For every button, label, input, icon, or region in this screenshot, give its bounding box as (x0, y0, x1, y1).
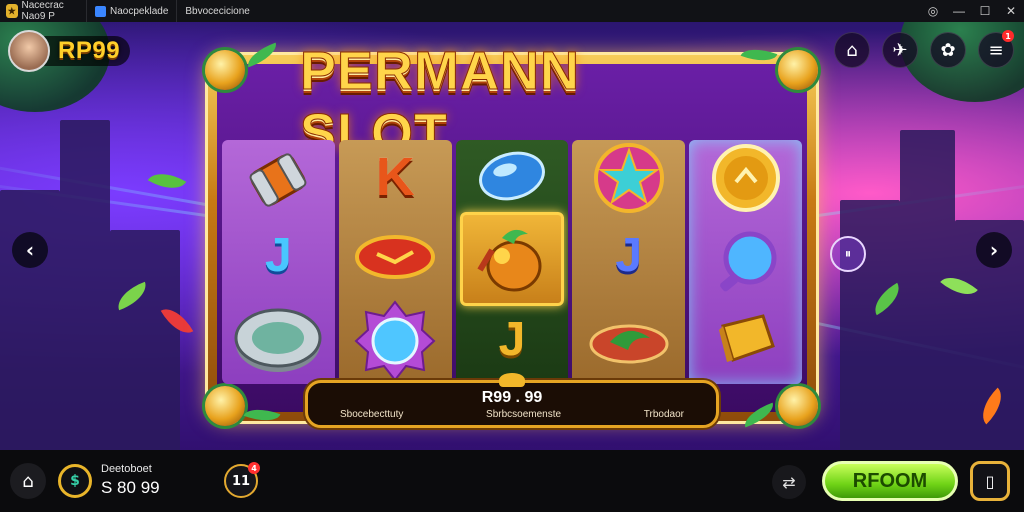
leaf-plaque-symbol (588, 316, 670, 366)
autoplay-button[interactable]: ⇄ (772, 465, 806, 499)
close-button[interactable]: ✕ (998, 4, 1024, 18)
options-icon: ▯ (985, 471, 995, 491)
balance-pill: RP99 (40, 36, 131, 66)
blue-gem-symbol (477, 150, 547, 202)
window-controls: ◎ — ☐ ✕ (920, 0, 1024, 22)
bird-icon: ✈ (892, 39, 908, 61)
home-button[interactable]: ⌂ (10, 463, 46, 499)
spin-label: RFOOM (852, 469, 928, 492)
minimize-button[interactable]: — (946, 4, 972, 18)
chevron-right-icon: › (989, 238, 999, 262)
bird-button[interactable]: ✈ (882, 32, 918, 68)
building (900, 130, 955, 450)
cylinder-symbol (241, 148, 315, 212)
record-icon[interactable]: ◎ (920, 4, 946, 18)
corner-ornament (205, 50, 245, 90)
k-symbol: K (375, 147, 415, 207)
coin-badge-symbol (232, 304, 324, 376)
reel-4: J (572, 140, 686, 384)
info-label-2: Sbrbcsoemenste (486, 409, 562, 420)
tab-2-label: Bbvocecicione (185, 5, 250, 17)
menu-button[interactable]: ≡ 1 (978, 30, 1014, 68)
avatar[interactable] (8, 30, 50, 72)
window-titlebar: ★ Nacecrac Nao9 P Naocpeklade Bbvocecici… (0, 0, 1024, 22)
star-gem-symbol (354, 300, 436, 382)
corner-ornament (778, 386, 818, 426)
tab-2[interactable]: Bbvocecicione (176, 0, 257, 22)
reel-2: K (338, 140, 452, 384)
bet-button[interactable]: 11 4 (224, 462, 260, 498)
browser-icon (95, 5, 106, 17)
crown-ornament (499, 373, 525, 387)
chevron-left-icon: ‹ (25, 238, 35, 262)
next-arrow-button[interactable]: › (976, 232, 1012, 268)
fruit-wild-symbol (472, 220, 552, 300)
app-name: Nacecrac Nao9 P (21, 0, 64, 22)
bet-info-bar: R99 . 99 Sbocebecttuty Sbrbcsoemenste Tr… (305, 373, 719, 428)
balance-value: RP99 (58, 37, 121, 64)
j-symbol: J (498, 313, 526, 366)
pause-button[interactable]: ⏸ (830, 236, 866, 272)
gold-coin-symbol (710, 142, 782, 214)
home-icon: ⌂ (22, 470, 34, 492)
coin-icon: $ (58, 464, 92, 498)
star-medallion-symbol (593, 142, 665, 214)
leaf-decoration (147, 164, 187, 198)
maximize-button[interactable]: ☐ (972, 4, 998, 18)
options-button[interactable]: ▯ (970, 461, 1010, 501)
reel-1: J (222, 140, 335, 384)
gear-icon: ✿ (940, 39, 956, 61)
bet-badge: 4 (248, 462, 260, 474)
building (110, 230, 180, 450)
tab-1-label: Naocpeklade (110, 5, 169, 17)
j-symbol: J (265, 229, 292, 282)
info-label-3: Trbodaor (643, 409, 684, 420)
home-shop-button[interactable]: ⌂ (834, 32, 870, 68)
autoplay-icon: ⇄ (782, 472, 796, 492)
app-logo-icon: ★ (6, 4, 18, 18)
game-title-banner: PERMANN SLOT (300, 41, 720, 164)
info-labels: Sbocebecttuty Sbrbcsoemenste Trbodaor (340, 409, 684, 420)
ruby-plaque-symbol (355, 232, 436, 282)
balance-label: Deetoboet (101, 463, 152, 475)
building (60, 120, 110, 450)
info-label-1: Sbocebecttuty (340, 409, 404, 420)
spin-button[interactable]: RFOOM (822, 461, 958, 501)
previous-arrow-button[interactable]: ‹ (12, 232, 48, 268)
top-right-toolbar: ⌂ ✈ ✿ ≡ 1 (834, 30, 1014, 68)
reels-area: J K J J (222, 140, 802, 384)
corner-ornament (778, 50, 818, 90)
corner-ornament (205, 386, 245, 426)
bottom-control-bar: ⌂ $ Deetoboet S 80 99 11 4 ⇄ RFOOM ▯ (0, 450, 1024, 512)
building (0, 190, 60, 450)
reel-3: J (455, 140, 569, 384)
info-value: R99 . 99 (481, 389, 543, 406)
player-balance-display[interactable]: RP99 (8, 30, 131, 72)
magnifier-symbol (710, 226, 782, 298)
pause-icon: ⏸ (844, 246, 852, 262)
shop-icon: ⌂ (846, 39, 858, 61)
j-symbol: J (615, 229, 643, 282)
gold-chest-symbol (713, 306, 779, 372)
tab-1[interactable]: Naocpeklade (86, 0, 176, 22)
bet-label: 11 (231, 473, 251, 489)
reel-5 (689, 140, 802, 384)
app-title: ★ Nacecrac Nao9 P (0, 0, 86, 22)
settings-button[interactable]: ✿ (930, 32, 966, 68)
balance-amount: S 80 99 (101, 478, 160, 497)
notification-badge: 1 (1002, 30, 1014, 42)
hamburger-icon: ≡ (988, 39, 1004, 61)
